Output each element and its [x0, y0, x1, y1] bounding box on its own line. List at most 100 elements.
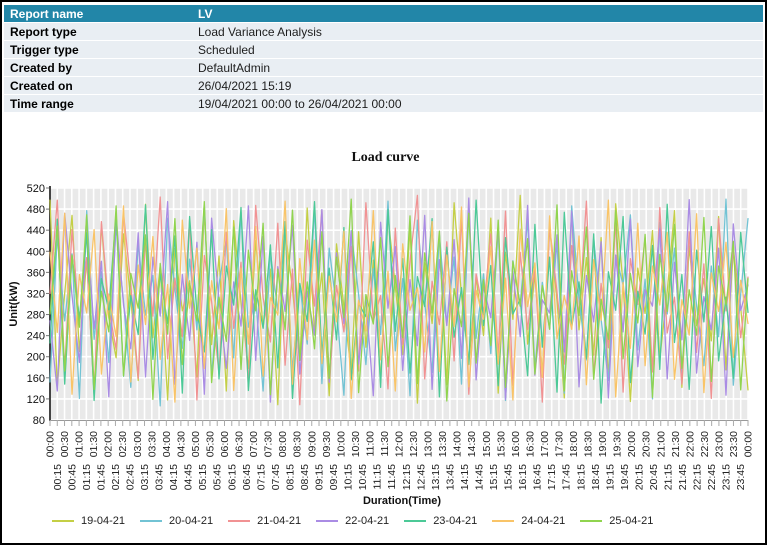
svg-text:06:30: 06:30	[234, 431, 246, 457]
legend-label: 20-04-21	[169, 515, 213, 527]
svg-text:15:00: 15:00	[481, 431, 493, 457]
legend-swatch	[228, 520, 250, 522]
svg-text:16:00: 16:00	[510, 431, 522, 457]
legend-label: 24-04-21	[521, 515, 565, 527]
svg-text:02:30: 02:30	[117, 431, 129, 457]
svg-text:18:30: 18:30	[583, 431, 595, 457]
svg-text:160: 160	[27, 373, 45, 385]
svg-text:11:30: 11:30	[379, 431, 391, 457]
svg-text:00:00: 00:00	[45, 431, 57, 457]
svg-text:80: 80	[33, 415, 45, 427]
svg-text:20:30: 20:30	[641, 431, 653, 457]
svg-text:19:45: 19:45	[619, 464, 631, 490]
svg-text:07:30: 07:30	[263, 431, 275, 457]
svg-text:16:45: 16:45	[532, 464, 544, 490]
legend-item-20-04-21: 20-04-21	[140, 515, 213, 527]
svg-text:00:45: 00:45	[66, 464, 78, 490]
svg-text:240: 240	[27, 331, 45, 343]
svg-text:320: 320	[27, 288, 45, 300]
svg-text:18:45: 18:45	[590, 464, 602, 490]
svg-text:10:45: 10:45	[357, 464, 369, 490]
svg-text:20:45: 20:45	[648, 464, 660, 490]
svg-text:19:00: 19:00	[597, 431, 609, 457]
svg-text:10:30: 10:30	[350, 431, 362, 457]
svg-text:04:45: 04:45	[183, 464, 195, 490]
svg-text:15:15: 15:15	[488, 464, 500, 490]
legend-item-19-04-21: 19-04-21	[52, 515, 125, 527]
svg-text:11:00: 11:00	[364, 431, 376, 457]
svg-text:04:30: 04:30	[175, 431, 187, 457]
svg-text:280: 280	[27, 310, 45, 322]
svg-text:06:15: 06:15	[226, 464, 238, 490]
svg-text:23:00: 23:00	[713, 431, 725, 457]
report-page: { "table": { "header": { "label": "Repor…	[0, 0, 767, 545]
svg-text:05:45: 05:45	[212, 464, 224, 490]
legend-label: 25-04-21	[609, 515, 653, 527]
svg-text:09:45: 09:45	[328, 464, 340, 490]
legend-item-23-04-21: 23-04-21	[404, 515, 477, 527]
svg-text:02:45: 02:45	[124, 464, 136, 490]
svg-text:07:15: 07:15	[255, 464, 267, 490]
svg-text:22:30: 22:30	[699, 431, 711, 457]
svg-text:14:00: 14:00	[452, 431, 464, 457]
svg-text:04:00: 04:00	[161, 431, 173, 457]
svg-text:05:00: 05:00	[190, 431, 202, 457]
legend-label: 19-04-21	[81, 515, 125, 527]
legend-swatch	[140, 520, 162, 522]
load-curve-chart: 5204804404003603202802402001601208000:00…	[2, 2, 767, 547]
svg-text:520: 520	[27, 183, 45, 195]
svg-text:22:00: 22:00	[684, 431, 696, 457]
svg-text:08:30: 08:30	[292, 431, 304, 457]
svg-text:01:15: 01:15	[81, 464, 93, 490]
svg-text:23:45: 23:45	[735, 464, 747, 490]
legend-item-25-04-21: 25-04-21	[580, 515, 653, 527]
svg-text:480: 480	[27, 204, 45, 216]
svg-text:01:45: 01:45	[95, 464, 107, 490]
legend-swatch	[52, 520, 74, 522]
svg-text:03:00: 03:00	[132, 431, 144, 457]
svg-text:08:45: 08:45	[299, 464, 311, 490]
svg-text:03:45: 03:45	[154, 464, 166, 490]
legend-label: 22-04-21	[345, 515, 389, 527]
svg-text:17:00: 17:00	[539, 431, 551, 457]
svg-text:03:15: 03:15	[139, 464, 151, 490]
svg-text:20:15: 20:15	[633, 464, 645, 490]
svg-text:20:00: 20:00	[626, 431, 638, 457]
svg-text:23:15: 23:15	[721, 464, 733, 490]
svg-text:09:00: 09:00	[306, 431, 318, 457]
svg-text:11:45: 11:45	[386, 464, 398, 490]
svg-text:18:15: 18:15	[575, 464, 587, 490]
svg-text:14:45: 14:45	[473, 464, 485, 490]
legend-swatch	[492, 520, 514, 522]
svg-text:17:30: 17:30	[553, 431, 565, 457]
legend-swatch	[316, 520, 338, 522]
svg-text:440: 440	[27, 225, 45, 237]
legend-item-21-04-21: 21-04-21	[228, 515, 301, 527]
legend-swatch	[404, 520, 426, 522]
svg-text:17:45: 17:45	[561, 464, 573, 490]
svg-text:360: 360	[27, 267, 45, 279]
svg-text:12:00: 12:00	[394, 431, 406, 457]
svg-text:01:30: 01:30	[88, 431, 100, 457]
svg-text:09:30: 09:30	[321, 431, 333, 457]
svg-text:18:00: 18:00	[568, 431, 580, 457]
svg-text:17:15: 17:15	[546, 464, 558, 490]
svg-text:10:15: 10:15	[343, 464, 355, 490]
svg-text:00:00: 00:00	[743, 431, 755, 457]
svg-text:21:15: 21:15	[663, 464, 675, 490]
svg-text:22:15: 22:15	[692, 464, 704, 490]
legend-item-24-04-21: 24-04-21	[492, 515, 565, 527]
svg-text:13:30: 13:30	[437, 431, 449, 457]
svg-text:07:00: 07:00	[248, 431, 260, 457]
svg-text:12:15: 12:15	[401, 464, 413, 490]
svg-text:08:00: 08:00	[277, 431, 289, 457]
svg-text:02:15: 02:15	[110, 464, 122, 490]
svg-text:22:45: 22:45	[706, 464, 718, 490]
svg-text:03:30: 03:30	[146, 431, 158, 457]
svg-text:05:30: 05:30	[204, 431, 216, 457]
svg-text:12:45: 12:45	[415, 464, 427, 490]
svg-text:200: 200	[27, 352, 45, 364]
svg-text:11:15: 11:15	[372, 464, 384, 490]
svg-text:13:45: 13:45	[444, 464, 456, 490]
svg-text:06:45: 06:45	[241, 464, 253, 490]
